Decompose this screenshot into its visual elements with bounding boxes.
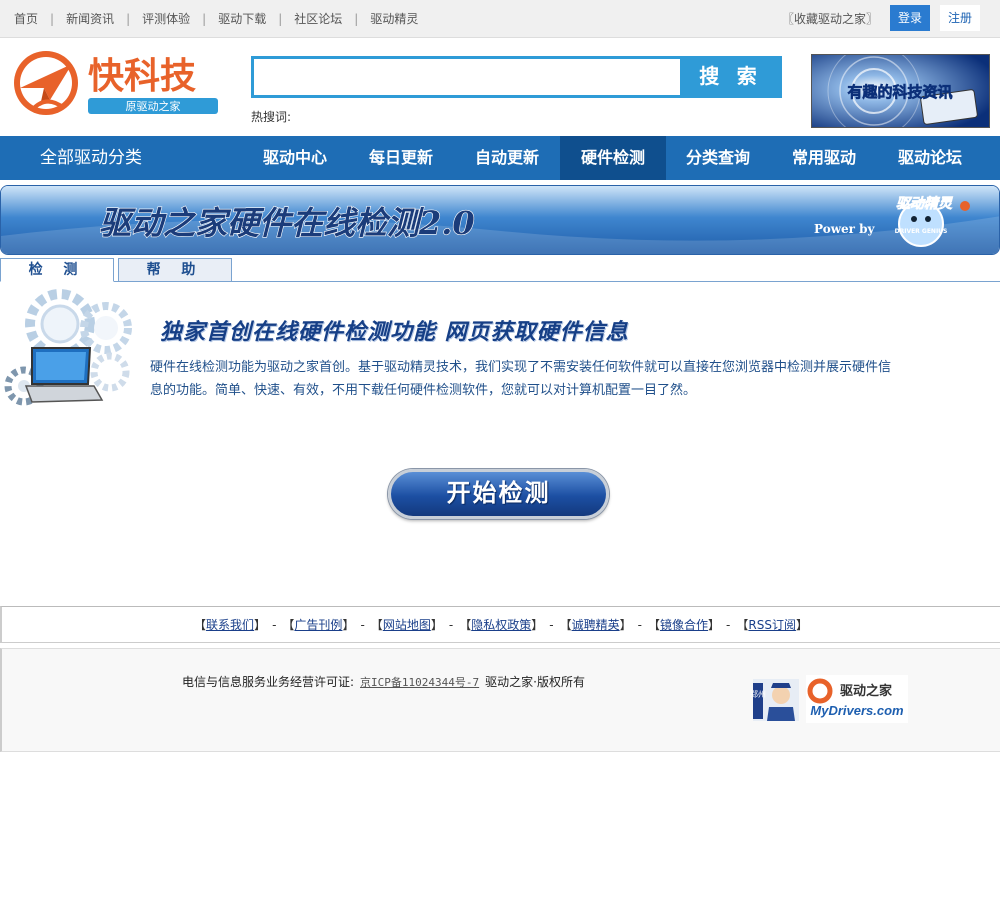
- hardware-illustration: [2, 288, 134, 416]
- nav-hardware-detect[interactable]: 硬件检测: [560, 136, 666, 180]
- copyright: 驱动之家·版权所有: [485, 675, 585, 689]
- top-nav-home[interactable]: 首页: [14, 10, 38, 27]
- separator: -: [360, 618, 365, 632]
- police-text: 郑州: [751, 689, 766, 699]
- gears-laptop-icon: [4, 289, 132, 406]
- banner-brand-en: DRIVER GENIUS: [895, 228, 948, 235]
- footer-link-ad-rates[interactable]: 广告刊例: [294, 618, 342, 632]
- tab-strip: 检 测 帮 助: [0, 258, 1000, 282]
- logo-text: 快科技: [88, 55, 196, 96]
- license-label: 电信与信息服务业务经营许可证:: [182, 675, 355, 689]
- separator: |: [278, 11, 283, 26]
- police-badge[interactable]: 郑州: [750, 675, 801, 723]
- separator: |: [354, 11, 359, 26]
- all-categories-menu[interactable]: 全部驱动分类: [40, 136, 142, 180]
- separator: -: [448, 618, 454, 632]
- separator: -: [726, 618, 731, 632]
- footer-link-mirror[interactable]: 镜像合作: [660, 618, 708, 632]
- logo-subtitle: 原驱动之家: [126, 99, 181, 113]
- bracket: 【: [736, 618, 749, 632]
- separator: |: [126, 11, 131, 26]
- bracket: 】: [531, 618, 544, 632]
- site-logo[interactable]: 快科技 原驱动之家: [12, 50, 222, 118]
- separator: -: [549, 618, 554, 632]
- nav-driver-forum[interactable]: 驱动论坛: [878, 136, 982, 180]
- ad-image: 有趣的科技资讯: [812, 55, 989, 127]
- bracket: 【: [282, 618, 295, 632]
- banner-title: 驱动之家硬件在线检测2.0: [99, 204, 475, 242]
- top-nav-driver-genius[interactable]: 驱动精灵: [370, 10, 418, 27]
- account-area: 〖收藏驱动之家〗 登录 注册: [782, 5, 980, 31]
- tab-detect[interactable]: 检 测: [0, 258, 114, 282]
- footer-link-contact[interactable]: 联系我们: [206, 618, 254, 632]
- separator: |: [202, 11, 207, 26]
- main-nav: 全部驱动分类 驱动中心 每日更新 自动更新 硬件检测 分类查询 常用驱动 驱动论…: [0, 136, 1000, 180]
- separator: |: [50, 11, 55, 26]
- favorite-link[interactable]: 〖收藏驱动之家〗: [782, 10, 878, 27]
- nav-driver-center[interactable]: 驱动中心: [243, 136, 347, 180]
- police-icon: 郑州: [750, 679, 799, 721]
- bracket: 】: [430, 618, 443, 632]
- footer-link-rss[interactable]: RSS订阅: [748, 618, 796, 632]
- footer-link-sitemap[interactable]: 网站地图: [383, 618, 431, 632]
- bracket: 】: [254, 618, 267, 632]
- footer-info: 电信与信息服务业务经营许可证: 京ICP备11024344号-7 驱动之家·版权所有…: [0, 648, 1000, 752]
- start-detect-button[interactable]: 开始检测: [388, 469, 609, 519]
- top-nav-news[interactable]: 新闻资讯: [66, 10, 114, 27]
- bracket: 】: [342, 618, 355, 632]
- top-nav-forum[interactable]: 社区论坛: [294, 10, 342, 27]
- login-button[interactable]: 登录: [890, 5, 930, 31]
- search-button[interactable]: 搜 索: [680, 56, 782, 98]
- top-nav-downloads[interactable]: 驱动下载: [218, 10, 266, 27]
- bracket: 】: [619, 618, 632, 632]
- ad-text: 有趣的科技资讯: [847, 83, 952, 101]
- feature-description: 硬件在线检测功能为驱动之家首创。基于驱动精灵技术，我们实现了不需安装任何软件就可…: [150, 360, 892, 398]
- logo-icon: 快科技 原驱动之家: [14, 51, 218, 115]
- site-header: 快科技 原驱动之家 搜 索 热搜词: 有趣的科技资讯: [0, 38, 1000, 136]
- bracket: 【: [370, 618, 383, 632]
- separator: -: [637, 618, 642, 632]
- nav-common-drivers[interactable]: 常用驱动: [772, 136, 876, 180]
- search-input[interactable]: [251, 56, 680, 98]
- nav-daily-updates[interactable]: 每日更新: [349, 136, 453, 180]
- bracket: 】: [795, 618, 808, 632]
- mydrivers-cn: 驱动之家: [840, 683, 893, 699]
- bracket: 【: [647, 618, 660, 632]
- license-info: 电信与信息服务业务经营许可证: 京ICP备11024344号-7 驱动之家·版权所有: [182, 673, 585, 690]
- banner-image: 驱动之家硬件在线检测2.0 Power by 驱动精灵 DRIVER GENIU…: [1, 186, 999, 254]
- bracket: 【: [194, 618, 207, 632]
- separator: -: [272, 618, 277, 632]
- footer-link-jobs[interactable]: 诚聘精英: [572, 618, 620, 632]
- register-button[interactable]: 注册: [940, 5, 980, 31]
- mydrivers-logo[interactable]: 驱动之家 MyDrivers.com: [806, 675, 908, 723]
- mydrivers-icon: 驱动之家 MyDrivers.com: [807, 678, 904, 718]
- top-nav-reviews[interactable]: 评测体验: [142, 10, 190, 27]
- top-bar: 首页 | 新闻资讯 | 评测体验 | 驱动下载 | 社区论坛 | 驱动精灵 〖收…: [0, 0, 1000, 38]
- nav-category-query[interactable]: 分类查询: [666, 136, 770, 180]
- banner-brand: 驱动精灵: [896, 195, 953, 212]
- footer-link-privacy[interactable]: 隐私权政策: [471, 618, 531, 632]
- bracket: 【: [459, 618, 472, 632]
- banner-power-by: Power by: [814, 222, 876, 236]
- top-nav: 首页 | 新闻资讯 | 评测体验 | 驱动下载 | 社区论坛 | 驱动精灵: [14, 10, 418, 27]
- mydrivers-en: MyDrivers.com: [810, 703, 904, 718]
- nav-auto-update[interactable]: 自动更新: [455, 136, 559, 180]
- ad-banner[interactable]: 有趣的科技资讯: [811, 54, 990, 128]
- feature-title: 独家首创在线硬件检测功能 网页获取硬件信息: [160, 319, 629, 345]
- icp-link[interactable]: 京ICP备11024344号-7: [360, 676, 479, 689]
- page-banner: 驱动之家硬件在线检测2.0 Power by 驱动精灵 DRIVER GENIU…: [0, 185, 1000, 255]
- bracket: 】: [708, 618, 721, 632]
- footer-links: 【联系我们】 - 【广告刊例】 - 【网站地图】 - 【隐私权政策】 - 【诚聘精英】 - 【镜像合…: [0, 606, 1000, 643]
- bracket: 【: [559, 618, 572, 632]
- tab-help[interactable]: 帮 助: [118, 258, 232, 282]
- hot-words-label: 热搜词:: [251, 110, 292, 124]
